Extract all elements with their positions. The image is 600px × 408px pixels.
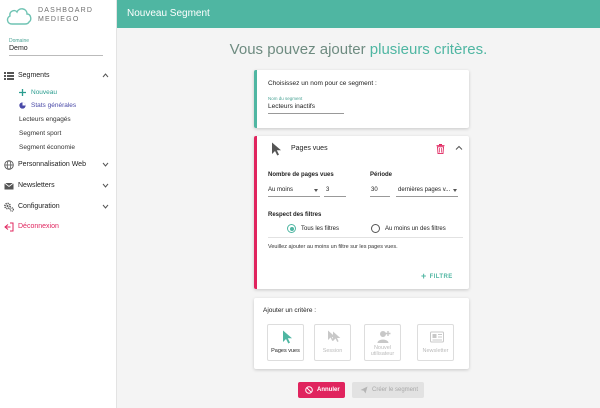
segment-name-prompt: Choisissez un nom pour ce segment :	[268, 80, 377, 87]
domain-label: Domaine	[9, 38, 30, 44]
newsletter-icon	[430, 331, 444, 343]
sidebar-label-personnalisation: Personnalisation Web	[18, 161, 86, 168]
add-filter-label: FILTRE	[429, 274, 453, 280]
caret-down-icon	[453, 189, 457, 192]
cancel-label: Annuler	[317, 387, 340, 393]
envelope-icon	[4, 182, 14, 190]
segment-name-card: Choisissez un nom pour ce segment : Nom …	[254, 70, 469, 128]
tile-pages-vues[interactable]: Pages vues	[267, 324, 304, 361]
domain-select[interactable]: Demo	[9, 45, 28, 52]
sidebar-sub-label-nouveau: Nouveau	[31, 89, 58, 96]
tile-label-newsletter: Newsletter	[422, 348, 449, 354]
operator-underline	[268, 196, 320, 197]
chevron-up-icon[interactable]	[455, 144, 463, 152]
send-icon	[360, 386, 368, 394]
create-segment-label: Créer le segment	[372, 387, 419, 393]
cancel-button[interactable]: Annuler	[298, 382, 345, 398]
chevron-up-icon	[102, 73, 109, 78]
gears-icon	[4, 202, 14, 212]
add-criterion-card: Ajouter un critère : Pages vues Session …	[254, 298, 469, 369]
segment-name-label: Nom du segment	[268, 96, 303, 101]
segments-icon	[4, 72, 14, 80]
sidebar-item-newsletters[interactable]: Newsletters	[0, 178, 117, 194]
sidebar: DASHBOARD MEDIEGO Domaine Demo Segments …	[0, 0, 117, 408]
sidebar-item-personnalisation[interactable]: Personnalisation Web	[0, 157, 117, 173]
pie-chart-icon	[19, 102, 26, 109]
criterion-card-pages-vues: Pages vues Nombre de pages vues Au moins…	[254, 136, 469, 289]
radio-one-filter[interactable]	[371, 224, 380, 233]
domain-underline	[9, 55, 103, 56]
brand-logo[interactable]: DASHBOARD MEDIEGO	[5, 4, 115, 30]
period-underline	[370, 196, 390, 197]
headline-highlight: plusieurs critères.	[369, 41, 488, 58]
create-segment-button[interactable]: Créer le segment	[352, 382, 424, 398]
logout-icon	[4, 222, 14, 232]
globe-icon	[4, 160, 14, 170]
cursor-icon	[283, 330, 292, 344]
double-cursor-icon	[328, 330, 341, 342]
sidebar-label-newsletters: Newsletters	[18, 182, 55, 189]
tile-nouvel-utilisateur[interactable]: Nouvel utilisateur	[364, 324, 401, 361]
top-header: Nouveau Segment	[117, 0, 600, 28]
plus-icon: +	[421, 271, 427, 281]
chevron-down-icon	[102, 204, 109, 209]
add-filter-button[interactable]: + FILTRE	[421, 271, 453, 281]
radio-one-filter-label[interactable]: Au moins un des filtres	[385, 226, 446, 232]
sidebar-item-configuration[interactable]: Configuration	[0, 199, 117, 215]
sidebar-item-segments[interactable]: Segments	[0, 68, 117, 84]
chevron-down-icon	[102, 162, 109, 167]
tile-label-nouvel-utilisateur: Nouvel utilisateur	[370, 345, 395, 357]
period-unit-underline	[396, 196, 458, 197]
brand-line2: MEDIEGO	[38, 16, 80, 23]
sidebar-label-logout: Déconnexion	[18, 223, 59, 230]
trash-icon[interactable]	[436, 144, 445, 154]
tile-newsletter[interactable]: Newsletter	[417, 324, 454, 361]
tile-label-session: Session	[322, 348, 343, 354]
caret-down-icon	[314, 189, 318, 192]
headline-text: Vous pouvez ajouter	[229, 41, 370, 58]
period-heading: Période	[370, 172, 393, 178]
criterion-title: Pages vues	[291, 145, 328, 152]
sidebar-sub-lecteurs-engages[interactable]: Lecteurs engagés	[19, 116, 71, 123]
page-title: Nouveau Segment	[127, 8, 210, 19]
radio-all-filters[interactable]	[287, 224, 296, 233]
sidebar-label-configuration: Configuration	[18, 203, 60, 210]
sidebar-sub-segment-sport[interactable]: Segment sport	[19, 130, 61, 137]
operator-value: Au moins	[268, 187, 294, 193]
pages-count-underline	[324, 196, 346, 197]
segment-name-input[interactable]: Lecteurs inactifs	[268, 103, 315, 110]
sidebar-sub-label-stats: Stats générales	[31, 102, 77, 109]
radio-all-filters-label[interactable]: Tous les filtres	[301, 226, 339, 232]
add-criterion-title: Ajouter un critère :	[263, 307, 317, 314]
period-unit-value: dernières pages v...	[398, 187, 451, 193]
chevron-down-icon	[102, 183, 109, 188]
filter-hint: Veuillez ajouter au moins un filtre sur …	[268, 244, 398, 250]
filters-heading: Respect des filtres	[268, 212, 322, 218]
brand-line1: DASHBOARD	[38, 7, 94, 14]
tile-label-pages-vues: Pages vues	[271, 348, 300, 354]
tile-session[interactable]: Session	[314, 324, 351, 361]
cloud-icon	[6, 8, 32, 25]
ban-icon	[305, 386, 313, 394]
cursor-icon	[272, 142, 281, 156]
plus-icon	[19, 89, 26, 96]
sidebar-item-logout[interactable]: Déconnexion	[0, 219, 117, 235]
sidebar-sub-segment-economie[interactable]: Segment économie	[19, 144, 75, 151]
add-user-icon	[377, 331, 391, 343]
pages-count-heading: Nombre de pages vues	[268, 172, 334, 178]
sidebar-label-segments: Segments	[18, 72, 50, 79]
pages-count-value: 3	[326, 187, 330, 193]
period-value: 30	[371, 187, 378, 193]
divider	[268, 237, 463, 238]
segment-name-underline	[268, 113, 344, 114]
headline: Vous pouvez ajouter plusieurs critères.	[117, 41, 600, 58]
